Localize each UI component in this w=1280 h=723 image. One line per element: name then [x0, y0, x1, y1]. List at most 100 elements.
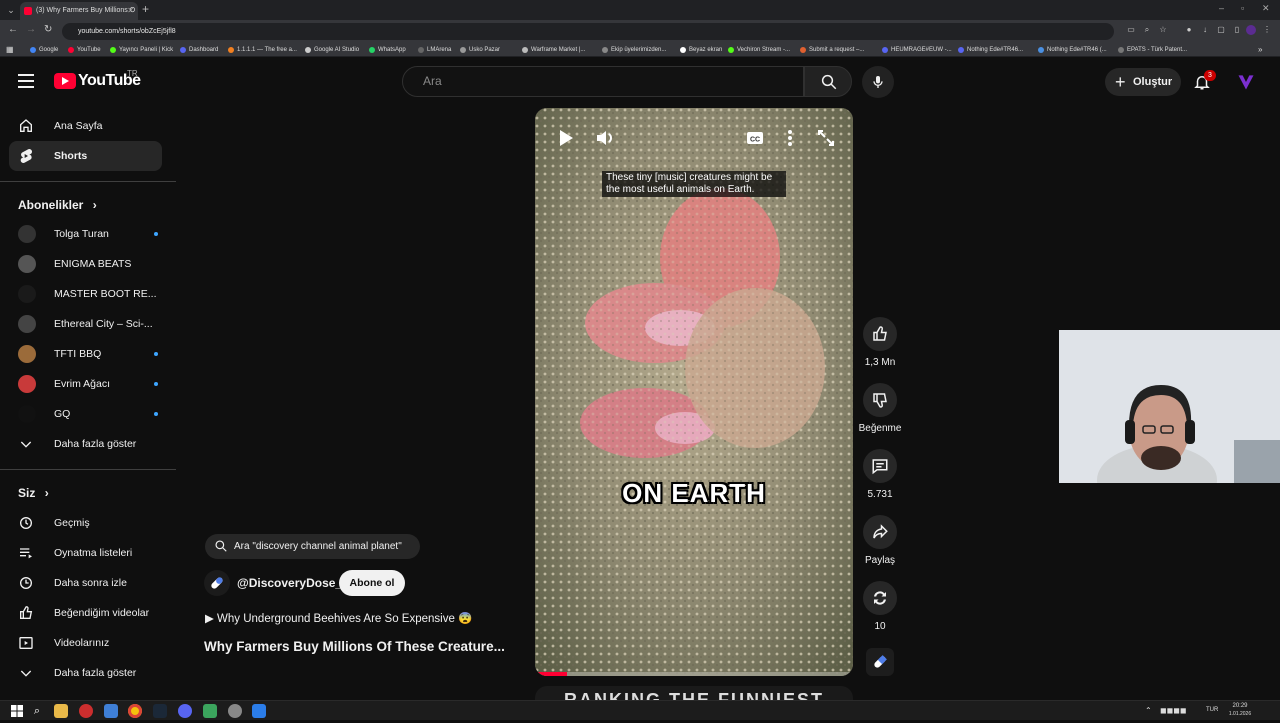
bookmark-item[interactable]: Google AI Studio [305, 45, 359, 55]
bookmarks-overflow-icon[interactable]: » [1258, 45, 1262, 54]
sidebar-subscription-item[interactable]: GQ [9, 399, 162, 429]
comments-button[interactable] [863, 449, 897, 483]
sidebar-item-shorts[interactable]: Shorts [9, 141, 162, 171]
bookmark-item[interactable]: Usko Pazar [460, 45, 500, 55]
close-window-icon[interactable]: ✕ [1262, 3, 1270, 14]
more-options-button[interactable] [775, 123, 805, 153]
sidebar-item-home[interactable]: Ana Sayfa [9, 111, 162, 141]
cast-icon[interactable]: ▭ [1126, 25, 1136, 35]
bookmark-item[interactable]: Nothing Ede#TR46... [958, 45, 1023, 55]
keyboard-language[interactable]: TUR [1206, 707, 1218, 713]
create-button[interactable]: + Oluştur [1105, 68, 1181, 96]
sidepanel-icon[interactable]: ▯ [1232, 25, 1242, 35]
back-icon[interactable]: ← [8, 24, 18, 35]
sidebar-subscription-item[interactable]: Ethereal City – Sci-... [9, 309, 162, 339]
sidebar-item-playlists[interactable]: Oynatma listeleri [9, 538, 162, 568]
zoom-icon[interactable]: ⌕ [1142, 25, 1152, 35]
new-tab-icon[interactable]: + [142, 2, 149, 16]
voice-search-button[interactable] [862, 66, 894, 98]
bookmark-item[interactable]: Yayıncı Paneli | Kick [110, 45, 173, 55]
bookmark-item[interactable]: WhatsApp [369, 45, 406, 55]
bookmark-item[interactable]: 1.1.1.1 — The free a... [228, 45, 297, 55]
address-bar[interactable]: youtube.com/shorts/obZcEj5jfl8 [62, 23, 1114, 40]
discord-icon[interactable] [178, 704, 192, 718]
bookmark-item[interactable]: Ekip üyelerimizden... [602, 45, 666, 55]
channel-name[interactable]: @DiscoveryDose_ [237, 576, 342, 590]
bookmark-item[interactable]: HEUMRAGE#EUW -... [882, 45, 952, 55]
bookmark-item[interactable]: Dashboard [180, 45, 218, 55]
profile-avatar-icon[interactable] [1246, 25, 1256, 35]
file-explorer-icon[interactable] [54, 704, 68, 718]
dislike-button[interactable] [863, 383, 897, 417]
shorts-video-player[interactable]: CC These tiny [music] creatures might be… [535, 108, 853, 676]
tray-chevron-icon[interactable]: ⌃ [1145, 706, 1152, 715]
taskbar-app-icon[interactable] [252, 704, 266, 718]
chrome-icon[interactable] [128, 704, 142, 718]
taskbar-app-icon[interactable] [203, 704, 217, 718]
bookmark-item[interactable]: Vechiron Stream -... [728, 45, 790, 55]
channel-avatar[interactable] [204, 570, 230, 596]
bookmark-item[interactable]: Submit a request –... [800, 45, 864, 55]
search-button[interactable] [804, 66, 852, 97]
tray-app-icon[interactable]: ◼◼◼◼ [1160, 706, 1187, 715]
sidebar-subscription-item[interactable]: TFTI BBQ [9, 339, 162, 369]
sidebar-item-watch-later[interactable]: Daha sonra izle [9, 568, 162, 598]
taskbar-search-icon[interactable]: ⌕ [30, 704, 44, 718]
taskbar-app-icon[interactable] [104, 704, 118, 718]
sidebar-subscription-item[interactable]: ENIGMA BEATS [9, 249, 162, 279]
next-short-preview[interactable]: RANKING THE FUNNIEST [535, 686, 853, 700]
puzzle-icon[interactable]: ▢ [1216, 25, 1226, 35]
play-button[interactable] [550, 123, 580, 153]
video-progress-bar[interactable] [535, 672, 853, 676]
video-title[interactable]: Why Farmers Buy Millions Of These Creatu… [204, 639, 524, 654]
show-more-subscriptions[interactable]: Daha fazla göster [9, 429, 162, 459]
captions-button[interactable]: CC [740, 123, 770, 153]
show-more-you[interactable]: Daha fazla göster [9, 658, 162, 688]
bookmark-item[interactable]: EPATS - Türk Patent... [1118, 45, 1187, 55]
bookmark-item[interactable]: Nothing Ede#TR46 (... [1038, 45, 1107, 55]
browser-tab-active[interactable]: (3) Why Farmers Buy Millions O ✕ [20, 2, 138, 20]
sidebar-subscription-item[interactable]: MASTER BOOT RE... [9, 279, 162, 309]
tab-search-chevron-icon[interactable]: ⌄ [4, 3, 18, 17]
sidebar-item-liked-videos[interactable]: Beğendiğim videolar [9, 598, 162, 628]
sidebar-subscription-item[interactable]: Tolga Turan [9, 219, 162, 249]
bookmark-item[interactable]: Google [30, 45, 58, 55]
extension-icon[interactable]: ● [1184, 25, 1194, 35]
related-video-link[interactable]: ▶ Why Underground Beehives Are So Expens… [205, 611, 472, 625]
youtube-logo-icon[interactable] [54, 73, 76, 89]
windows-start-icon[interactable] [10, 704, 24, 718]
search-input[interactable]: Ara [402, 66, 804, 97]
you-heading[interactable]: Siz › [18, 486, 49, 500]
minimize-icon[interactable]: – [1219, 3, 1224, 13]
bookmark-item[interactable]: YouTube [68, 45, 101, 55]
like-button[interactable] [863, 317, 897, 351]
bookmark-item[interactable]: Warframe Market |... [522, 45, 585, 55]
fullscreen-button[interactable] [811, 123, 841, 153]
apps-grid-icon[interactable]: ▦ [6, 45, 14, 54]
clock-date[interactable]: 1.01.2026 [1225, 711, 1255, 717]
search-suggestion-chip[interactable]: Ara "discovery channel animal planet" [205, 534, 420, 559]
taskbar-app-icon[interactable] [228, 704, 242, 718]
bookmark-item[interactable]: Beyaz ekran [680, 45, 722, 55]
forward-icon[interactable]: → [26, 24, 36, 35]
maximize-icon[interactable]: ▫ [1241, 3, 1244, 13]
taskbar-app-icon[interactable] [79, 704, 93, 718]
account-avatar-icon[interactable] [1236, 72, 1256, 92]
clock-time[interactable]: 20:29 [1225, 703, 1255, 709]
bookmark-item[interactable]: LMArena [418, 45, 451, 55]
tab-close-icon[interactable]: ✕ [127, 2, 134, 20]
sidebar-subscription-item[interactable]: Evrim Ağacı [9, 369, 162, 399]
menu-hamburger-icon[interactable] [18, 74, 34, 88]
reload-icon[interactable]: ↻ [44, 24, 52, 35]
volume-button[interactable] [590, 123, 620, 153]
bookmark-star-icon[interactable]: ☆ [1158, 25, 1168, 35]
browser-menu-icon[interactable]: ⋮ [1262, 25, 1272, 35]
subscriptions-heading[interactable]: Abonelikler › [18, 198, 97, 212]
steam-icon[interactable] [153, 704, 167, 718]
sidebar-item-history[interactable]: Geçmiş [9, 508, 162, 538]
subscribe-button[interactable]: Abone ol [339, 570, 405, 596]
remix-button[interactable] [863, 581, 897, 615]
share-button[interactable] [863, 515, 897, 549]
download-icon[interactable]: ↓ [1200, 25, 1210, 35]
sound-thumbnail[interactable] [866, 648, 894, 676]
